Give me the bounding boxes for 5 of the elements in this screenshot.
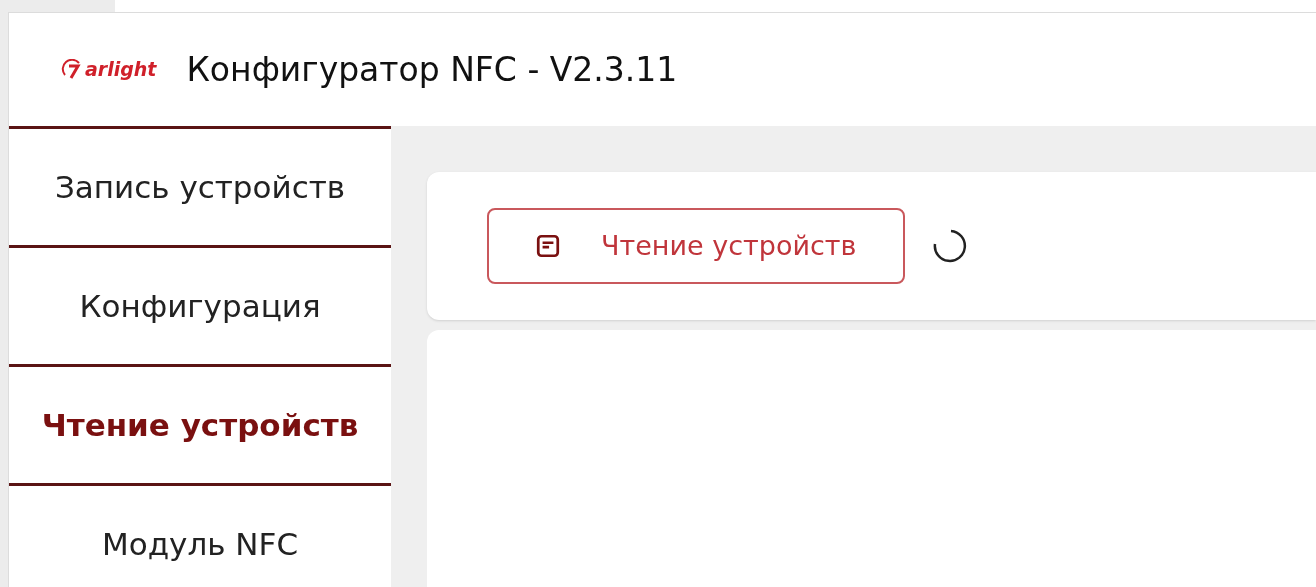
logo-text: arlight: [85, 60, 157, 79]
logo-icon: [61, 58, 83, 81]
read-devices-button[interactable]: Чтение устройств: [487, 208, 905, 284]
window-title: Конфигуратор NFC - V2.3.11: [186, 48, 678, 91]
document-icon: [535, 233, 561, 259]
